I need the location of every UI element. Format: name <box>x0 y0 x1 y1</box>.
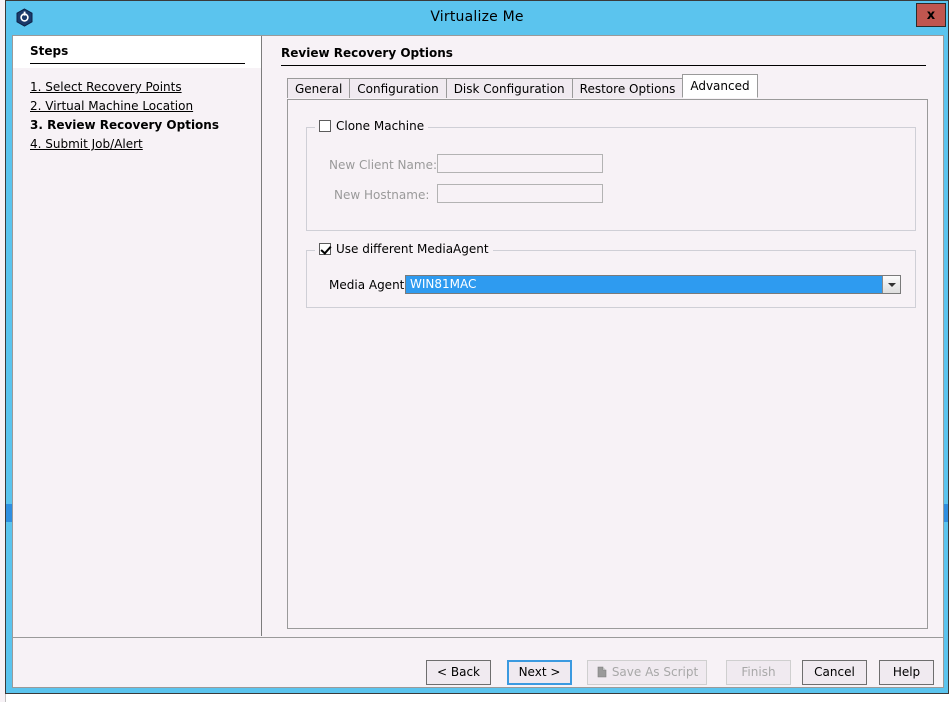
new-hostname-input[interactable] <box>437 184 603 203</box>
clone-machine-label: Clone Machine <box>336 119 424 133</box>
use-different-mediaagent-checkbox[interactable] <box>319 243 331 255</box>
tab-panel-advanced: Clone Machine New Client Name: New Hostn… <box>287 99 928 629</box>
sidebar-item-virtual-machine-location[interactable]: 2. Virtual Machine Location <box>30 99 193 113</box>
chevron-down-icon[interactable] <box>882 276 900 293</box>
next-button[interactable]: Next > <box>507 660 572 685</box>
sidebar-item-select-recovery-points[interactable]: 1. Select Recovery Points <box>30 80 182 94</box>
save-as-script-label: Save As Script <box>612 665 698 679</box>
dialog-button-bar: < Back Next > Save As Script Finish Canc… <box>13 637 943 687</box>
help-button[interactable]: Help <box>879 660 934 685</box>
close-icon[interactable]: x <box>916 3 946 27</box>
content-panel: Review Recovery Options GeneralConfigura… <box>262 36 943 636</box>
new-client-name-input[interactable] <box>437 154 603 173</box>
save-as-script-button: Save As Script <box>587 660 707 685</box>
media-agent-selected-value: WIN81MAC <box>406 276 882 293</box>
title-bar[interactable]: Virtualize Me x <box>6 1 948 35</box>
media-agent-label: Media Agent <box>329 278 404 292</box>
page-title-divider <box>281 65 926 66</box>
steps-header-divider <box>30 63 245 64</box>
tab-restore-options[interactable]: Restore Options <box>572 78 684 98</box>
tab-disk-configuration[interactable]: Disk Configuration <box>446 78 573 98</box>
media-agent-select[interactable]: WIN81MAC <box>405 275 901 294</box>
script-icon <box>596 663 608 675</box>
window-title: Virtualize Me <box>6 9 948 25</box>
sidebar-item-review-recovery-options[interactable]: 3. Review Recovery Options <box>30 118 219 132</box>
virtualize-me-dialog: Virtualize Me x Steps 1. Select Recovery… <box>5 0 949 694</box>
tab-strip: GeneralConfigurationDisk ConfigurationRe… <box>287 78 757 100</box>
clone-machine-checkbox[interactable] <box>319 120 331 132</box>
use-different-mediaagent-group: Use different MediaAgent Media Agent WIN… <box>306 250 916 308</box>
dialog-client-area: Steps 1. Select Recovery Points 2. Virtu… <box>12 35 944 688</box>
use-different-mediaagent-legend: Use different MediaAgent <box>315 242 493 256</box>
clone-machine-legend: Clone Machine <box>315 119 428 133</box>
use-different-mediaagent-label: Use different MediaAgent <box>336 242 489 256</box>
new-hostname-label: New Hostname: <box>334 188 429 202</box>
back-button[interactable]: < Back <box>426 660 491 685</box>
finish-button: Finish <box>726 660 791 685</box>
tab-advanced[interactable]: Advanced <box>682 74 757 98</box>
page-title: Review Recovery Options <box>281 46 453 60</box>
cancel-button[interactable]: Cancel <box>802 660 867 685</box>
tab-general[interactable]: General <box>287 78 350 98</box>
new-client-name-label: New Client Name: <box>329 158 437 172</box>
tab-configuration[interactable]: Configuration <box>349 78 446 98</box>
steps-panel: Steps 1. Select Recovery Points 2. Virtu… <box>13 36 262 636</box>
sidebar-item-submit-job-alert[interactable]: 4. Submit Job/Alert <box>30 137 143 151</box>
steps-header: Steps <box>30 44 68 58</box>
clone-machine-group: Clone Machine New Client Name: New Hostn… <box>306 127 916 231</box>
